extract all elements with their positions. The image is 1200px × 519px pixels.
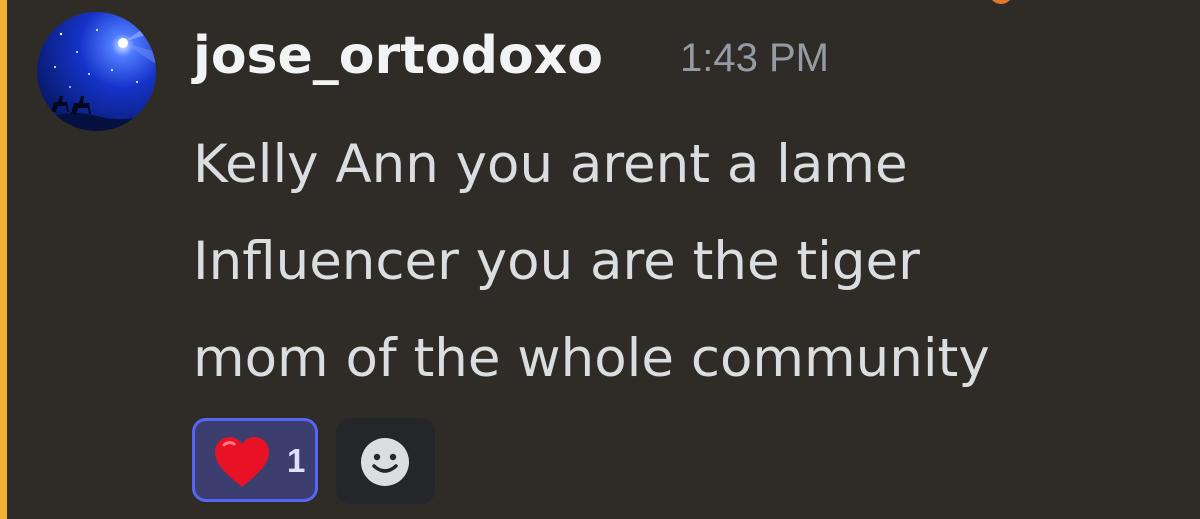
mention-highlight-bar [0, 0, 7, 519]
heart-emoji-icon [215, 437, 269, 487]
partial-indicator-icon [989, 0, 1013, 4]
message-content: Kelly Ann you arent a lame Influencer yo… [193, 116, 1183, 407]
username[interactable]: jose_ortodoxo [193, 24, 603, 88]
chat-message: jose_ortodoxo 1:43 PM Kelly Ann you aren… [0, 0, 1200, 519]
starry-night-avatar-icon [37, 12, 156, 131]
message-line: mom of the whole community [193, 328, 990, 389]
message-line: Influencer you are the tiger [193, 231, 920, 292]
message-line: Kelly Ann you arent a lame [193, 134, 908, 195]
add-reaction-button[interactable] [336, 418, 435, 504]
smile-icon [361, 438, 409, 486]
reaction-count: 1 [287, 442, 306, 479]
reaction-heart-button[interactable]: 1 [192, 418, 318, 502]
avatar[interactable] [37, 12, 156, 131]
message-timestamp[interactable]: 1:43 PM [680, 33, 829, 83]
